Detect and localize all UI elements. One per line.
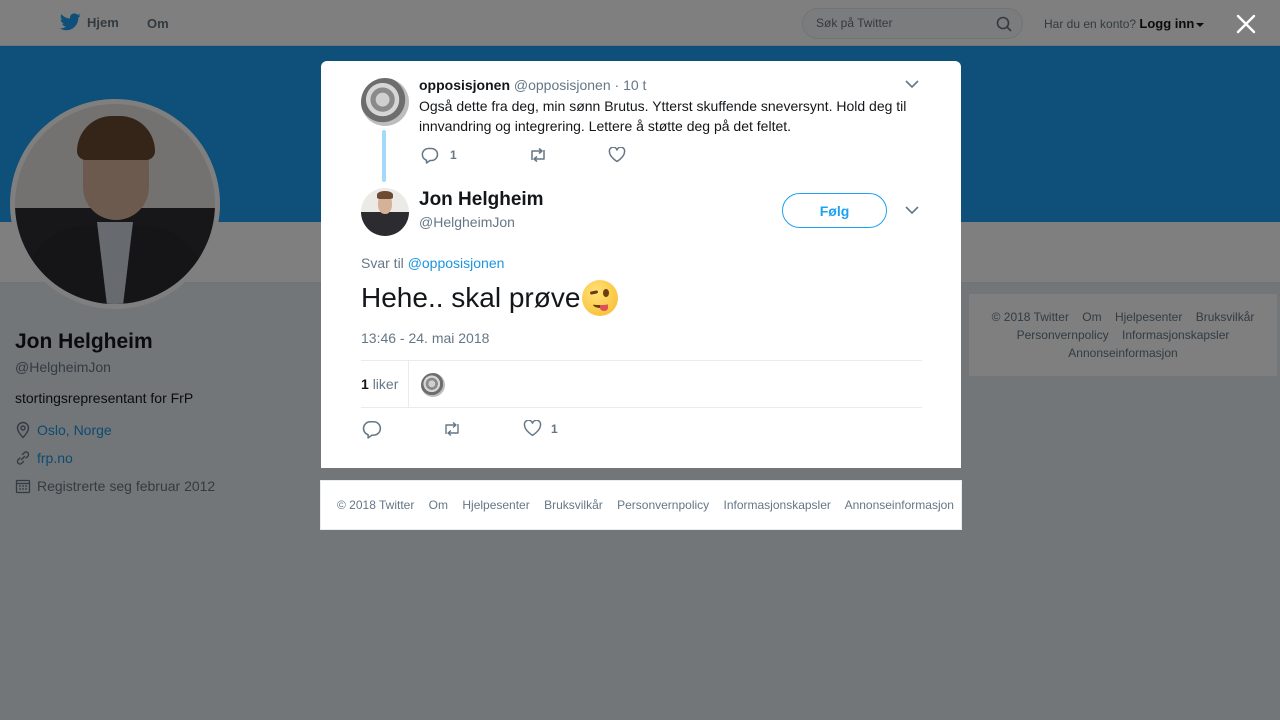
main-tweet-avatar[interactable] [361, 188, 409, 236]
main-tweet-author-handle[interactable]: @HelgheimJon [419, 214, 515, 230]
reply-to-link[interactable]: @opposisjonen [408, 255, 505, 271]
more-options-chevron-icon[interactable] [905, 205, 919, 215]
reply-icon[interactable] [421, 146, 439, 164]
modal-footer-link-about[interactable]: Om [429, 498, 448, 512]
modal-footer-link-cookies[interactable]: Informasjonskapsler [724, 498, 831, 512]
likes-stat[interactable]: 1 liker [361, 376, 398, 392]
modal-footer: © 2018 Twitter Om Hjelpesenter Bruksvilk… [320, 480, 962, 530]
chevron-down-icon[interactable] [905, 79, 919, 89]
tweet-stats: 1 liker [361, 360, 922, 408]
reply-prefix: Svar til [361, 255, 404, 271]
parent-tweet-time[interactable]: · 10 t [615, 77, 647, 93]
parent-tweet-author-handle[interactable]: @opposisjonen [514, 77, 611, 93]
parent-tweet-actions: 1 [421, 146, 626, 164]
modal-footer-link-privacy[interactable]: Personvernpolicy [617, 498, 709, 512]
main-tweet-text: Hehe.. skal prøve [361, 282, 581, 313]
heart-icon[interactable] [608, 147, 626, 163]
main-tweet-text-row: Hehe.. skal prøve [361, 280, 619, 316]
parent-tweet-text: Også dette fra deg, min sønn Brutus. Ytt… [419, 98, 907, 134]
winking-face-emoji-icon [582, 280, 619, 316]
retweet-icon[interactable] [442, 421, 462, 437]
parent-tweet-header: opposisjonen @opposisjonen · 10 t [419, 77, 646, 93]
main-tweet-timestamp[interactable]: 13:46 - 24. mai 2018 [361, 330, 489, 346]
likes-label: liker [372, 376, 399, 392]
reply-context: Svar til @opposisjonen [361, 255, 504, 271]
retweet-icon[interactable] [528, 147, 548, 163]
liker-avatar[interactable] [421, 373, 445, 397]
parent-tweet-avatar[interactable] [361, 78, 409, 126]
parent-tweet-author-name[interactable]: opposisjonen [419, 77, 510, 93]
close-icon[interactable] [1234, 12, 1258, 36]
parent-reply-count: 1 [450, 148, 457, 162]
thread-connector [382, 130, 386, 182]
follow-button[interactable]: Følg [782, 193, 887, 228]
modal-footer-link-ads[interactable]: Annonseinformasjon [845, 498, 954, 512]
reply-icon[interactable] [362, 419, 382, 439]
likes-count: 1 [361, 376, 369, 392]
heart-icon[interactable] [523, 420, 542, 437]
like-action-count: 1 [551, 422, 558, 436]
modal-footer-link-help[interactable]: Hjelpesenter [462, 498, 529, 512]
modal-footer-copyright: © 2018 Twitter [337, 498, 415, 512]
modal-footer-link-terms[interactable]: Bruksvilkår [544, 498, 603, 512]
stats-divider [408, 361, 409, 407]
main-tweet-author-name[interactable]: Jon Helgheim [419, 189, 544, 211]
